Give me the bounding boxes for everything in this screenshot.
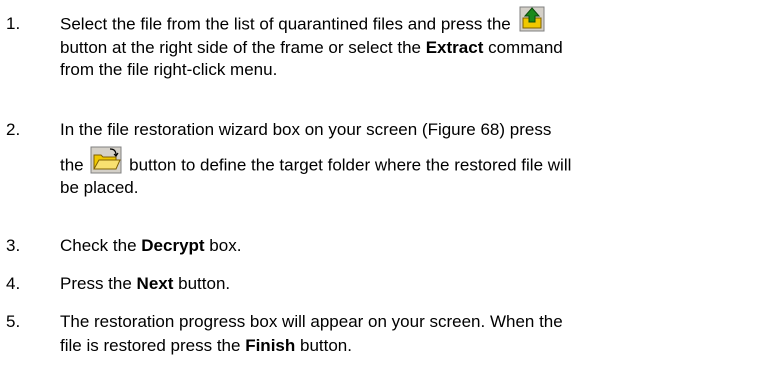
step-text-part: the	[60, 155, 84, 175]
step-number: 3.	[6, 236, 21, 255]
step-text-part: Select the file from the list of quarant…	[60, 14, 511, 34]
step-line: button at the right side of the frame or…	[60, 36, 772, 60]
step-line: Press the Next button.	[60, 272, 772, 296]
step-line: In the file restoration wizard box on yo…	[60, 120, 552, 139]
bold-command: Next	[136, 274, 174, 293]
step-line: Check the Decrypt box.	[60, 234, 772, 258]
step-text: The restoration progress box will appear…	[60, 310, 772, 358]
step-text-part: file is restored press the	[60, 336, 246, 355]
step-text: Check the Decrypt box.	[60, 234, 772, 258]
step-number: 2.	[6, 120, 21, 139]
step-line: Select the file from the list of quarant…	[60, 6, 772, 38]
open-folder-icon	[90, 146, 122, 174]
extract-up-arrow-icon	[519, 6, 545, 32]
step-text: Press the Next button.	[60, 272, 772, 296]
bold-command: Extract	[425, 38, 484, 57]
step-text-part: button.	[173, 274, 231, 293]
bold-command: Finish	[245, 336, 296, 355]
step-number: 1.	[6, 14, 21, 33]
step-text-part: button.	[295, 336, 352, 355]
step-number: 4.	[6, 274, 21, 293]
step-text-part: button to define the target folder where…	[129, 155, 572, 175]
step-line: file is restored press the Finish button…	[60, 334, 772, 358]
step-line: The restoration progress box will appear…	[60, 312, 563, 331]
step-text: Select the file from the list of quarant…	[60, 4, 772, 79]
step-text-part: Check the	[60, 236, 142, 255]
bold-command: Decrypt	[141, 236, 205, 255]
step-text: In the file restoration wizard box on yo…	[60, 118, 772, 197]
step-line: from the file right-click menu.	[60, 60, 278, 79]
step-text-part: button at the right side of the frame or…	[60, 38, 426, 57]
step-text-part: Press the	[60, 274, 137, 293]
step-number: 5.	[6, 312, 21, 331]
step-text-part: box.	[204, 236, 242, 255]
step-line: be placed.	[60, 178, 139, 197]
step-text-part: command	[483, 38, 563, 57]
